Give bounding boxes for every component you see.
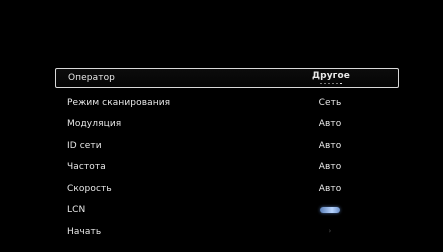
menu-item-label: Модуляция [67,119,122,130]
modulation-value: Авто [318,119,342,130]
option-dots-indicator [320,83,342,84]
menu-item-label: Режим сканирования [67,97,171,108]
menu-item-operator[interactable]: Оператор Другое [55,68,399,88]
settings-menu: Оператор Другое Режим сканирования Сеть … [55,68,399,243]
menu-item-start[interactable]: Начать › [55,221,399,243]
menu-item-label: Частота [67,162,106,173]
network-id-value: Авто [318,140,342,151]
menu-item-symbol-rate[interactable]: Скорость Авто [55,178,399,200]
scan-mode-value: Сеть [318,97,342,108]
menu-item-label: LCN [67,205,86,216]
toggle-icon[interactable] [320,207,340,214]
menu-item-lcn[interactable]: LCN [55,200,399,222]
menu-item-frequency[interactable]: Частота Авто [55,157,399,179]
tv-settings-screen: Оператор Другое Режим сканирования Сеть … [0,0,443,252]
menu-item-label: Начать [67,226,102,237]
operator-value: Другое [312,71,350,81]
menu-item-label: ID сети [67,140,102,151]
menu-item-label: Оператор [68,73,115,83]
menu-item-scan-mode[interactable]: Режим сканирования Сеть [55,92,399,114]
menu-item-network-id[interactable]: ID сети Авто [55,135,399,157]
chevron-right-icon: › [328,227,332,235]
frequency-value: Авто [318,162,342,173]
symbol-rate-value: Авто [318,183,342,194]
menu-item-label: Скорость [67,183,112,194]
menu-item-modulation[interactable]: Модуляция Авто [55,114,399,136]
